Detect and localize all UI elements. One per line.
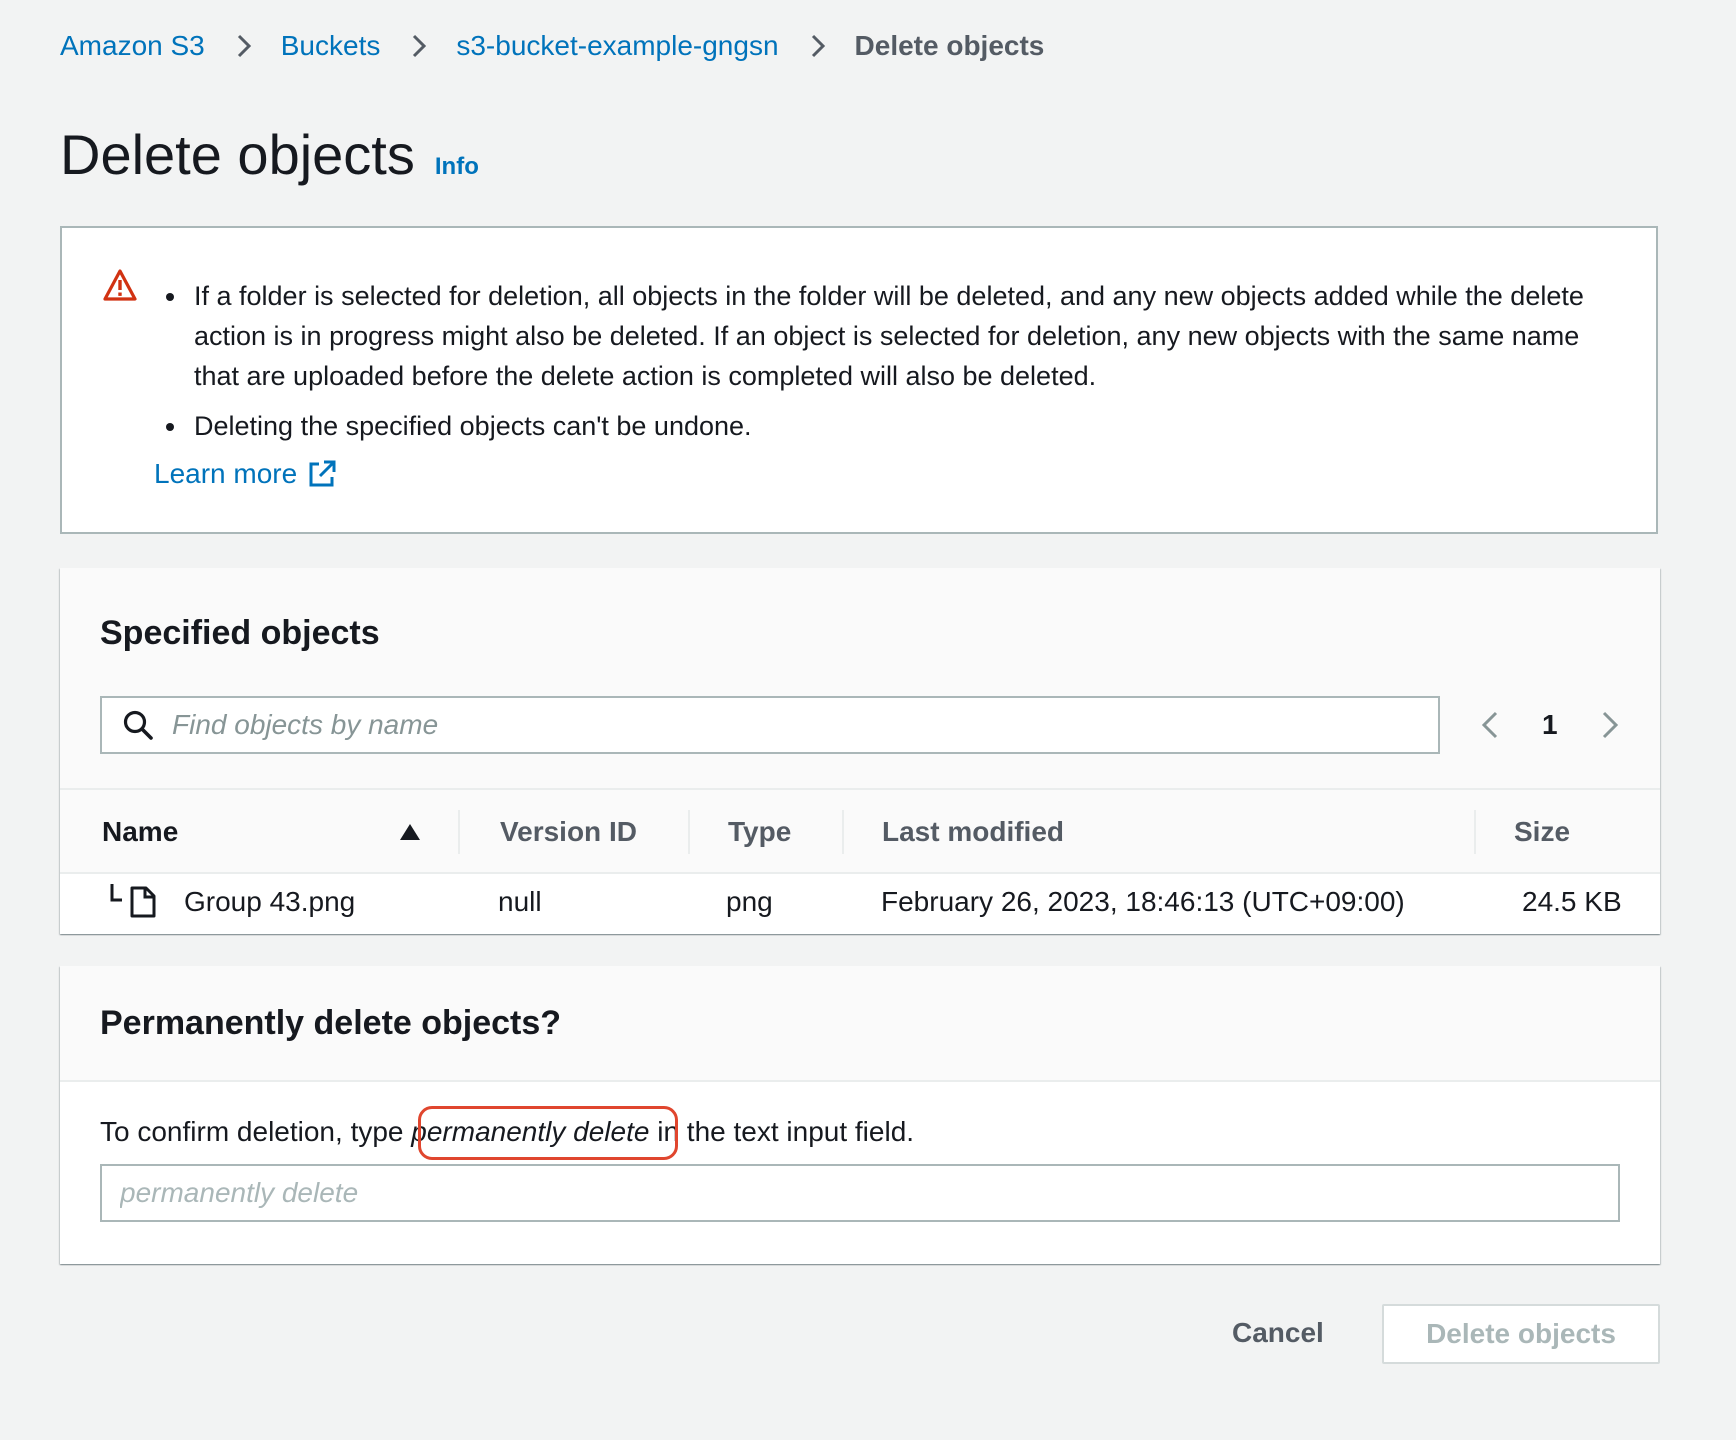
column-divider[interactable]	[842, 810, 844, 854]
search-input[interactable]	[170, 708, 1374, 742]
chevron-left-icon[interactable]	[1478, 709, 1502, 741]
specified-objects-panel: Specified objects 1 Name Version ID Type	[60, 568, 1660, 934]
file-icon	[110, 884, 156, 918]
page-header: Delete objects Info	[60, 122, 479, 187]
column-divider[interactable]	[1474, 810, 1476, 854]
table-row: Group 43.png null png February 26, 2023,…	[60, 874, 1660, 934]
version-id-cell: null	[498, 886, 542, 917]
confirm-title: Permanently delete objects?	[100, 1004, 562, 1042]
delete-objects-button[interactable]: Delete objects	[1382, 1304, 1660, 1364]
alert-bullet: If a folder is selected for deletion, al…	[166, 276, 1626, 396]
confirm-text-after: in the text input field.	[649, 1116, 915, 1147]
chevron-right-icon	[227, 32, 261, 60]
pagination: 1	[1478, 702, 1622, 748]
column-header-size[interactable]: Size	[1514, 816, 1570, 848]
table-header: Name Version ID Type Last modified Size	[60, 788, 1660, 874]
sort-ascending-icon[interactable]	[398, 822, 422, 842]
chevron-right-icon[interactable]	[1598, 709, 1622, 741]
alert-bullet: Deleting the specified objects can't be …	[166, 406, 1626, 446]
warning-alert: If a folder is selected for deletion, al…	[60, 226, 1658, 534]
breadcrumb-current: Delete objects	[854, 30, 1045, 61]
size-cell: 24.5 KB	[1522, 886, 1622, 917]
confirm-delete-input[interactable]	[100, 1164, 1620, 1222]
alert-bullets: If a folder is selected for deletion, al…	[166, 276, 1626, 456]
warning-icon	[103, 269, 137, 301]
page-title: Delete objects	[60, 123, 415, 186]
last-modified-cell: February 26, 2023, 18:46:13 (UTC+09:00)	[881, 886, 1405, 917]
breadcrumb: Amazon S3 Buckets s3-bucket-example-gngs…	[60, 28, 1044, 64]
learn-more-link[interactable]: Learn more	[154, 458, 337, 490]
type-cell: png	[726, 886, 773, 917]
object-name-link[interactable]: Group 43.png	[184, 886, 355, 918]
breadcrumb-bucket[interactable]: s3-bucket-example-gngsn	[456, 30, 778, 62]
objects-panel-header: Specified objects 1	[60, 568, 1660, 788]
search-box	[100, 696, 1440, 754]
column-header-last-modified[interactable]: Last modified	[882, 816, 1064, 848]
column-divider[interactable]	[688, 810, 690, 854]
highlight-annotation	[418, 1106, 678, 1160]
cancel-button[interactable]: Cancel	[1210, 1306, 1346, 1360]
breadcrumb-buckets[interactable]: Buckets	[281, 30, 381, 62]
column-divider[interactable]	[458, 810, 460, 854]
column-header-type[interactable]: Type	[728, 816, 791, 848]
learn-more-label: Learn more	[154, 458, 298, 489]
page-number[interactable]: 1	[1542, 709, 1558, 741]
confirm-text-before: To confirm deletion, type	[100, 1116, 412, 1147]
permanent-delete-panel: Permanently delete objects? To confirm d…	[60, 966, 1660, 1264]
info-link[interactable]: Info	[435, 153, 479, 181]
confirm-panel-header: Permanently delete objects?	[60, 966, 1660, 1082]
breadcrumb-amazon-s3[interactable]: Amazon S3	[60, 30, 205, 62]
specified-objects-title: Specified objects	[100, 614, 380, 652]
external-link-icon	[309, 460, 336, 487]
chevron-right-icon	[402, 32, 436, 60]
chevron-right-icon	[801, 32, 835, 60]
column-header-name[interactable]: Name	[102, 816, 178, 848]
column-header-version-id[interactable]: Version ID	[500, 816, 637, 848]
search-icon	[123, 710, 153, 740]
